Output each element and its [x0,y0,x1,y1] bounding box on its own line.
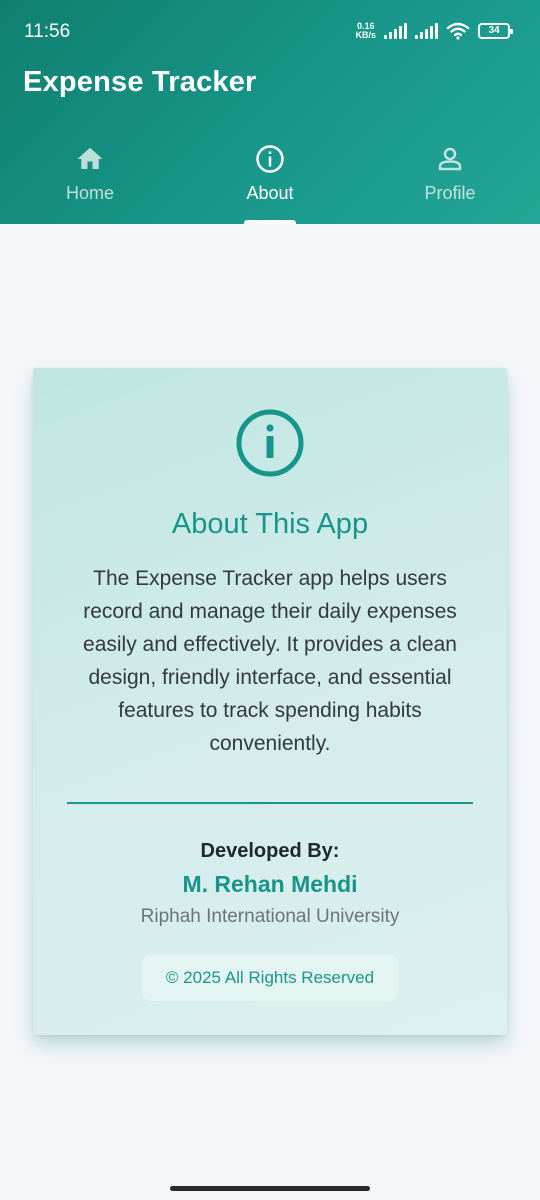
about-card: About This App The Expense Tracker app h… [33,368,507,1035]
person-icon [438,147,462,171]
battery-level: 34 [488,25,500,36]
app-bar: 11:56 0.16 KB/s 34 Expense Tracker Home … [0,0,540,224]
divider [67,802,473,804]
tab-profile[interactable]: Profile [360,134,540,224]
home-icon [77,147,103,169]
active-tab-indicator [244,220,296,224]
network-speed: 0.16 KB/s [355,22,376,40]
info-icon [256,145,284,173]
tab-home[interactable]: Home [0,134,180,224]
status-icons: 0.16 KB/s 34 [355,20,513,42]
battery-icon: 34 [478,23,513,39]
network-speed-unit: KB/s [355,30,376,40]
card-title: About This App [171,508,369,540]
tab-about[interactable]: About [180,134,360,224]
tab-about-label: About [246,183,294,203]
signal-icon [384,23,407,39]
developed-by-label: Developed By: [200,840,340,862]
organization-name: Riphah International University [140,906,400,927]
app-title: Expense Tracker [23,66,257,98]
home-indicator[interactable] [170,1186,370,1191]
app-description: The Expense Tracker app helps users reco… [83,567,457,755]
status-bar: 11:56 0.16 KB/s 34 [0,0,540,60]
copyright-badge: © 2025 All Rights Reserved [142,954,398,1001]
signal-icon-2 [415,23,438,39]
tab-bar: Home About Profile [0,134,540,224]
tab-home-label: Home [65,183,114,203]
info-circle-icon [236,409,304,477]
tab-profile-label: Profile [424,183,476,203]
status-time: 11:56 [24,21,71,42]
developer-name: M. Rehan Mehdi [182,871,358,897]
wifi-icon [446,22,470,40]
